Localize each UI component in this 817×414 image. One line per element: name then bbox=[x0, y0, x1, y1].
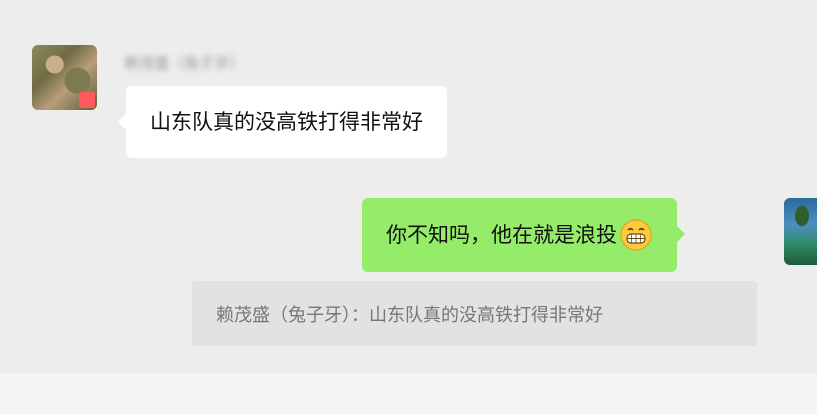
quoted-message[interactable]: 赖茂盛（兔子牙）：山东队真的没高铁打得非常好 bbox=[192, 281, 757, 346]
outgoing-message-bubble[interactable]: 你不知吗，他在就是浪投 bbox=[362, 198, 685, 272]
incoming-message-bubble[interactable]: 山东队真的没高铁打得非常好 bbox=[118, 86, 447, 158]
input-area-top bbox=[0, 373, 817, 414]
sender-name: 赖茂盛（兔子牙） bbox=[124, 54, 245, 72]
palm-tree-image bbox=[790, 204, 814, 234]
quoted-message-text: 赖茂盛（兔子牙）：山东队真的没高铁打得非常好 bbox=[216, 304, 603, 326]
grin-icon bbox=[620, 219, 652, 251]
self-avatar[interactable] bbox=[784, 198, 817, 265]
incoming-message-text: 山东队真的没高铁打得非常好 bbox=[150, 109, 423, 134]
outgoing-message-text: 你不知吗，他在就是浪投 bbox=[386, 222, 617, 247]
sender-avatar[interactable] bbox=[32, 45, 97, 110]
chat-area: 赖茂盛（兔子牙） 山东队真的没高铁打得非常好 你不知吗，他在就是浪投 赖茂盛（兔… bbox=[0, 0, 817, 373]
avatar-badge bbox=[79, 92, 95, 108]
